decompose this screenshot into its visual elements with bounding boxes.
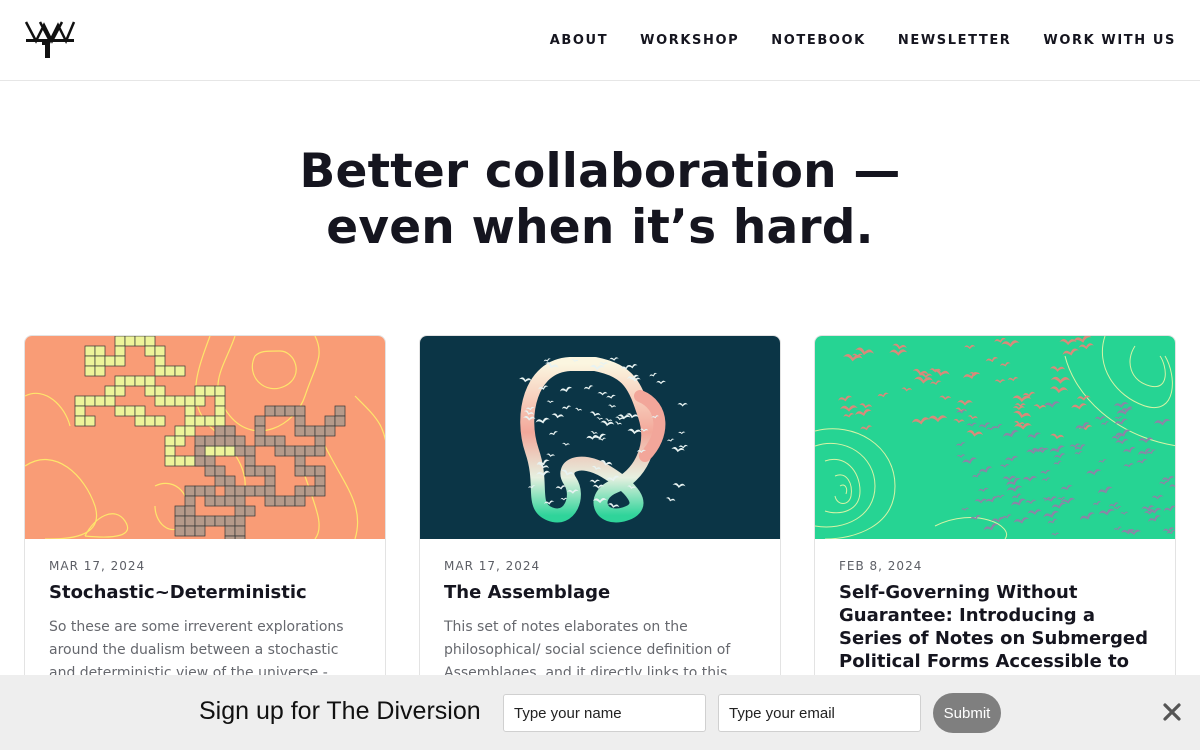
main-nav: ABOUT WORKSHOP NOTEBOOK NEWSLETTER WORK … xyxy=(550,33,1176,48)
hero-line-2: even when it’s hard. xyxy=(326,200,874,255)
nav-work-with-us[interactable]: WORK WITH US xyxy=(1043,33,1176,48)
card-date: MAR 17, 2024 xyxy=(49,559,146,573)
card-image-stochastic[interactable] xyxy=(25,336,385,539)
nav-about[interactable]: ABOUT xyxy=(550,33,608,48)
site-header: ABOUT WORKSHOP NOTEBOOK NEWSLETTER WORK … xyxy=(0,0,1200,81)
hero: Better collaboration — even when it’s ha… xyxy=(0,144,1200,256)
newsletter-signup-bar: Sign up for The Diversion Submit xyxy=(0,675,1200,750)
card-title[interactable]: The Assemblage xyxy=(444,581,756,604)
close-icon[interactable] xyxy=(1161,700,1183,724)
name-input[interactable] xyxy=(503,694,706,732)
signup-title: Sign up for The Diversion xyxy=(199,697,481,725)
email-input[interactable] xyxy=(718,694,921,732)
card-date: MAR 17, 2024 xyxy=(444,559,541,573)
hero-headline: Better collaboration — even when it’s ha… xyxy=(0,144,1200,256)
nav-newsletter[interactable]: NEWSLETTER xyxy=(898,33,1012,48)
card-image-assemblage[interactable] xyxy=(420,336,780,539)
workshop-logo-icon[interactable] xyxy=(24,19,76,61)
submit-button[interactable]: Submit xyxy=(933,693,1001,733)
hero-line-1: Better collaboration — xyxy=(299,144,901,199)
card-date: FEB 8, 2024 xyxy=(839,559,923,573)
card-title[interactable]: Stochastic~Deterministic xyxy=(49,581,361,604)
card-image-self-governing[interactable] xyxy=(815,336,1175,539)
nav-workshop[interactable]: WORKSHOP xyxy=(640,33,739,48)
nav-notebook[interactable]: NOTEBOOK xyxy=(771,33,866,48)
card-title[interactable]: Self-Governing Without Guarantee: Introd… xyxy=(839,581,1151,673)
